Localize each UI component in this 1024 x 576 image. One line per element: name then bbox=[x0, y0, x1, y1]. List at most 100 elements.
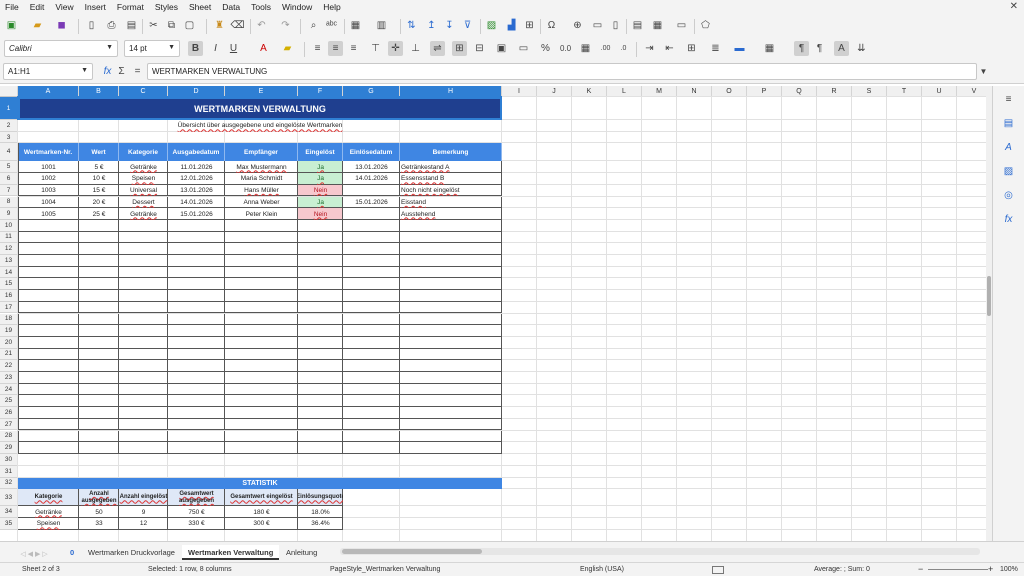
spelling-icon[interactable]: ᵃᵇᶜ bbox=[324, 18, 339, 33]
empty-cell[interactable] bbox=[168, 325, 225, 337]
empty-cell[interactable] bbox=[119, 255, 168, 267]
menu-edit[interactable]: Edit bbox=[25, 2, 51, 12]
table-cell[interactable]: 15 € bbox=[79, 185, 119, 197]
empty-cell[interactable] bbox=[400, 325, 502, 337]
row-header-16[interactable]: 16 bbox=[0, 290, 18, 302]
row-header-5[interactable]: 5 bbox=[0, 161, 18, 174]
empty-cell[interactable] bbox=[79, 219, 119, 232]
empty-cell[interactable] bbox=[343, 290, 400, 302]
stats-cell[interactable]: 36.4% bbox=[298, 518, 343, 530]
table-cell[interactable]: 1003 bbox=[18, 185, 79, 197]
stats-cell[interactable]: 50 bbox=[79, 506, 119, 518]
zoom-in-icon[interactable]: + bbox=[988, 564, 993, 574]
empty-cell[interactable] bbox=[79, 336, 119, 349]
print-icon[interactable]: ⎙ bbox=[104, 18, 119, 33]
empty-cell[interactable] bbox=[400, 278, 502, 291]
empty-cell[interactable] bbox=[119, 430, 168, 443]
empty-cell[interactable] bbox=[119, 243, 168, 255]
stats-header[interactable]: Einlösungsquote bbox=[298, 489, 343, 507]
table-cell[interactable]: 25 € bbox=[79, 208, 119, 220]
increase-indent-icon[interactable]: ⇥ bbox=[642, 41, 657, 56]
table-cell[interactable]: Anna Weber bbox=[225, 197, 298, 209]
zoom-out-icon[interactable]: − bbox=[918, 564, 923, 574]
stats-cell[interactable]: 180 € bbox=[225, 506, 298, 518]
row-header-12[interactable]: 12 bbox=[0, 243, 18, 255]
row-header-17[interactable]: 17 bbox=[0, 301, 18, 314]
add-decimal-button[interactable]: .00 bbox=[598, 41, 613, 56]
name-box[interactable]: A1:H1 ▼ bbox=[3, 63, 93, 80]
stats-cell[interactable]: 330 € bbox=[168, 518, 225, 530]
empty-cell[interactable] bbox=[18, 348, 79, 361]
empty-cell[interactable] bbox=[343, 325, 400, 337]
table-cell[interactable]: 5 € bbox=[79, 161, 119, 173]
horizontal-scrollbar[interactable] bbox=[340, 548, 980, 555]
insert-image-icon[interactable]: ▨ bbox=[484, 18, 499, 33]
empty-cell[interactable] bbox=[79, 360, 119, 372]
empty-cell[interactable] bbox=[400, 266, 502, 279]
empty-cell[interactable] bbox=[79, 278, 119, 291]
empty-cell[interactable] bbox=[400, 301, 502, 314]
empty-cell[interactable] bbox=[298, 219, 343, 232]
empty-cell[interactable] bbox=[298, 301, 343, 314]
empty-cell[interactable] bbox=[343, 336, 400, 349]
empty-cell[interactable] bbox=[168, 219, 225, 232]
table-cell[interactable]: Max Mustermann bbox=[225, 161, 298, 173]
row-header-29[interactable]: 29 bbox=[0, 442, 18, 454]
empty-cell[interactable] bbox=[168, 442, 225, 454]
empty-cell[interactable] bbox=[119, 360, 168, 372]
menu-help[interactable]: Help bbox=[318, 2, 346, 12]
menu-window[interactable]: Window bbox=[277, 2, 318, 12]
row-header-32[interactable]: 32 bbox=[0, 477, 18, 490]
empty-cell[interactable] bbox=[79, 383, 119, 396]
empty-cell[interactable] bbox=[343, 266, 400, 279]
font-size-box[interactable]: 14 pt ▼ bbox=[124, 40, 180, 57]
table-cell[interactable]: 1004 bbox=[18, 197, 79, 209]
hyperlink-icon[interactable]: ⊕ bbox=[570, 18, 585, 33]
empty-cell[interactable] bbox=[119, 278, 168, 291]
empty-cell[interactable] bbox=[119, 266, 168, 279]
table-cell[interactable]: Eisstand bbox=[400, 197, 502, 209]
empty-cell[interactable] bbox=[119, 231, 168, 244]
empty-cell[interactable] bbox=[400, 348, 502, 361]
table-header[interactable]: Bemerkung bbox=[400, 143, 502, 162]
empty-cell[interactable] bbox=[400, 231, 502, 244]
align-middle-icon[interactable]: ✛ bbox=[388, 41, 403, 56]
empty-cell[interactable] bbox=[168, 372, 225, 384]
empty-cell[interactable] bbox=[119, 313, 168, 326]
row-header-28[interactable]: 28 bbox=[0, 430, 18, 443]
align-left-icon[interactable]: ≡ bbox=[310, 41, 325, 56]
empty-cell[interactable] bbox=[168, 278, 225, 291]
table-cell[interactable]: Getränke bbox=[119, 161, 168, 173]
empty-cell[interactable] bbox=[79, 301, 119, 314]
new-document-icon[interactable]: ▣ bbox=[4, 18, 19, 33]
redo-icon[interactable]: ↷ bbox=[278, 18, 293, 33]
stats-cell[interactable]: Getränke bbox=[18, 506, 79, 518]
border-style-icon[interactable]: ≣ bbox=[708, 41, 723, 56]
empty-cell[interactable] bbox=[79, 348, 119, 361]
cut-icon[interactable]: ✂ bbox=[146, 18, 161, 33]
empty-cell[interactable] bbox=[298, 325, 343, 337]
empty-cell[interactable] bbox=[18, 395, 79, 408]
empty-cell[interactable] bbox=[119, 325, 168, 337]
menu-view[interactable]: View bbox=[50, 2, 79, 12]
table-cell[interactable]: 13.01.2026 bbox=[343, 161, 400, 173]
page-style[interactable]: PageStyle_Wertmarken Verwaltung bbox=[330, 566, 440, 573]
row-header-15[interactable]: 15 bbox=[0, 278, 18, 291]
tab-anleitung[interactable]: Anleitung bbox=[280, 545, 323, 560]
empty-cell[interactable] bbox=[225, 418, 298, 431]
stats-header[interactable]: Anzahl ausgegeben bbox=[79, 489, 119, 507]
row-header-19[interactable]: 19 bbox=[0, 325, 18, 337]
table-cell[interactable]: Universal bbox=[119, 185, 168, 197]
empty-cell[interactable] bbox=[18, 325, 79, 337]
unmerge-icon[interactable]: ⊟ bbox=[472, 41, 487, 56]
define-print-area-icon[interactable]: ▤ bbox=[630, 18, 645, 33]
empty-cell[interactable] bbox=[298, 418, 343, 431]
expand-formula-icon[interactable]: ▼ bbox=[976, 64, 991, 79]
table-cell[interactable] bbox=[343, 185, 400, 197]
number-format-icon[interactable]: ▭ bbox=[516, 41, 531, 56]
empty-cell[interactable] bbox=[298, 360, 343, 372]
empty-cell[interactable] bbox=[343, 278, 400, 291]
stats-cell[interactable]: 18.0% bbox=[298, 506, 343, 518]
clear-formatting-icon[interactable]: ⌫ bbox=[230, 18, 245, 33]
undo-icon[interactable]: ↶ bbox=[254, 18, 269, 33]
